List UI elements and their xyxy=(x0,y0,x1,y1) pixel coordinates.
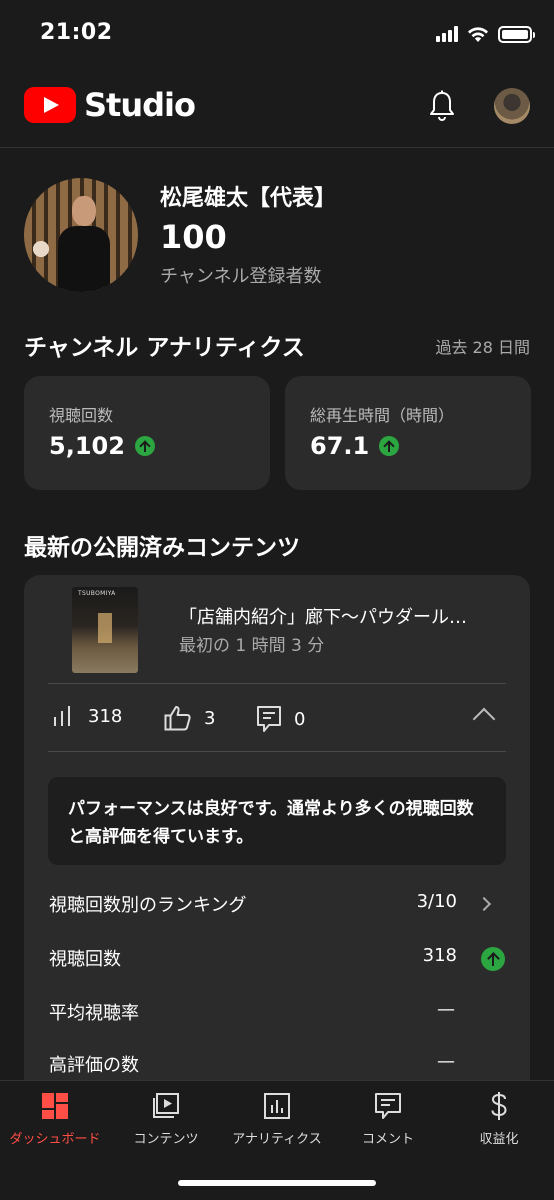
divider xyxy=(48,683,506,684)
nav-content[interactable]: コンテンツ xyxy=(111,1091,221,1147)
row-label: 高評価の数 xyxy=(49,1055,139,1076)
ranking-row[interactable]: 視聴回数別のランキング 3/10 xyxy=(49,891,507,921)
trend-up-icon xyxy=(379,436,400,456)
row-value: — xyxy=(437,1051,455,1072)
channel-avatar[interactable] xyxy=(24,178,138,292)
app-header: Studio xyxy=(0,66,554,148)
likes-row: 高評価の数 — xyxy=(49,1051,507,1081)
row-value: 3/10 xyxy=(416,891,457,912)
thumbnail-light xyxy=(98,613,112,643)
chevron-right-icon xyxy=(476,896,492,912)
collapse-chevron-icon[interactable] xyxy=(472,707,496,731)
nav-comments[interactable]: コメント xyxy=(333,1091,443,1147)
watch-time-label: 総再生時間（時間） xyxy=(310,406,455,425)
analytics-icon xyxy=(264,1093,290,1119)
dollar-icon xyxy=(491,1092,507,1120)
latest-content-card: TSUBOMIYA 「店舗内紹介」廊下〜パウダール… 最初の 1 時間 3 分 … xyxy=(24,575,530,1135)
nav-analytics[interactable]: アナリティクス xyxy=(222,1091,332,1147)
comments-metric: 0 xyxy=(256,705,305,733)
views-metric: 318 xyxy=(52,705,122,727)
bell-icon[interactable] xyxy=(428,90,456,122)
views-row: 視聴回数 318 xyxy=(49,945,507,975)
status-icons xyxy=(436,24,535,44)
comment-icon xyxy=(257,706,281,732)
youtube-play-icon xyxy=(24,87,76,123)
divider xyxy=(48,751,506,752)
thumbs-up-icon xyxy=(164,706,191,731)
wifi-icon xyxy=(468,26,488,42)
nav-dashboard[interactable]: ダッシュボード xyxy=(0,1091,110,1147)
avg-view-rate-row: 平均視聴率 — xyxy=(49,999,507,1029)
likes-count: 3 xyxy=(204,707,216,729)
avatar-body xyxy=(58,226,110,292)
avatar-head xyxy=(72,196,96,226)
watch-time-card[interactable]: 総再生時間（時間） 67.1 xyxy=(285,376,531,490)
status-bar: 21:02 xyxy=(0,0,554,66)
status-time: 21:02 xyxy=(40,20,113,45)
logo-text: Studio xyxy=(84,86,196,124)
trend-up-icon xyxy=(481,947,505,971)
nav-label: コンテンツ xyxy=(133,1132,199,1147)
home-indicator[interactable] xyxy=(178,1180,376,1186)
views-value: 5,102 xyxy=(49,432,155,460)
avatar-flowers xyxy=(28,234,54,264)
subscriber-label: チャンネル登録者数 xyxy=(160,266,322,287)
account-avatar[interactable] xyxy=(494,88,530,124)
video-title[interactable]: 「店舗内紹介」廊下〜パウダール… xyxy=(179,603,511,629)
nav-label: ダッシュボード xyxy=(9,1132,101,1147)
channel-name: 松尾雄太【代表】 xyxy=(160,186,337,211)
battery-icon xyxy=(498,25,535,43)
nav-label: コメント xyxy=(361,1132,414,1147)
views-number: 5,102 xyxy=(49,432,125,460)
comments-count: 0 xyxy=(294,708,306,730)
content-icon xyxy=(153,1093,179,1118)
comment-icon xyxy=(375,1093,401,1119)
nav-label: 収益化 xyxy=(479,1132,519,1147)
latest-content-title: 最新の公開済みコンテンツ xyxy=(24,535,300,561)
video-thumbnail[interactable]: TSUBOMIYA xyxy=(72,587,138,673)
row-value: 318 xyxy=(422,945,457,966)
nav-label: アナリティクス xyxy=(232,1132,322,1147)
studio-logo[interactable]: Studio xyxy=(24,86,196,124)
likes-metric: 3 xyxy=(164,705,215,731)
thumbnail-text: TSUBOMIYA xyxy=(78,590,116,597)
views-label: 視聴回数 xyxy=(49,406,114,425)
performance-message: パフォーマンスは良好です。通常より多くの視聴回数と高評価を得ています。 xyxy=(48,777,506,865)
row-label: 視聴回数 xyxy=(49,949,121,970)
watch-time-value: 67.1 xyxy=(310,432,400,460)
views-card[interactable]: 視聴回数 5,102 xyxy=(24,376,270,490)
analytics-period: 過去 28 日間 xyxy=(435,338,530,357)
analytics-title: チャンネル アナリティクス xyxy=(24,335,305,361)
watch-time-number: 67.1 xyxy=(310,432,370,460)
signal-icon xyxy=(436,26,458,42)
bar-chart-icon xyxy=(54,706,70,726)
video-time: 最初の 1 時間 3 分 xyxy=(179,636,325,656)
dashboard-icon xyxy=(42,1093,68,1119)
subscriber-count: 100 xyxy=(160,218,227,256)
trend-up-icon xyxy=(134,436,155,456)
nav-monetization[interactable]: 収益化 xyxy=(444,1091,554,1147)
row-value: — xyxy=(437,999,455,1020)
row-label: 平均視聴率 xyxy=(49,1003,139,1024)
views-count: 318 xyxy=(88,705,123,727)
row-label: 視聴回数別のランキング xyxy=(49,895,247,916)
